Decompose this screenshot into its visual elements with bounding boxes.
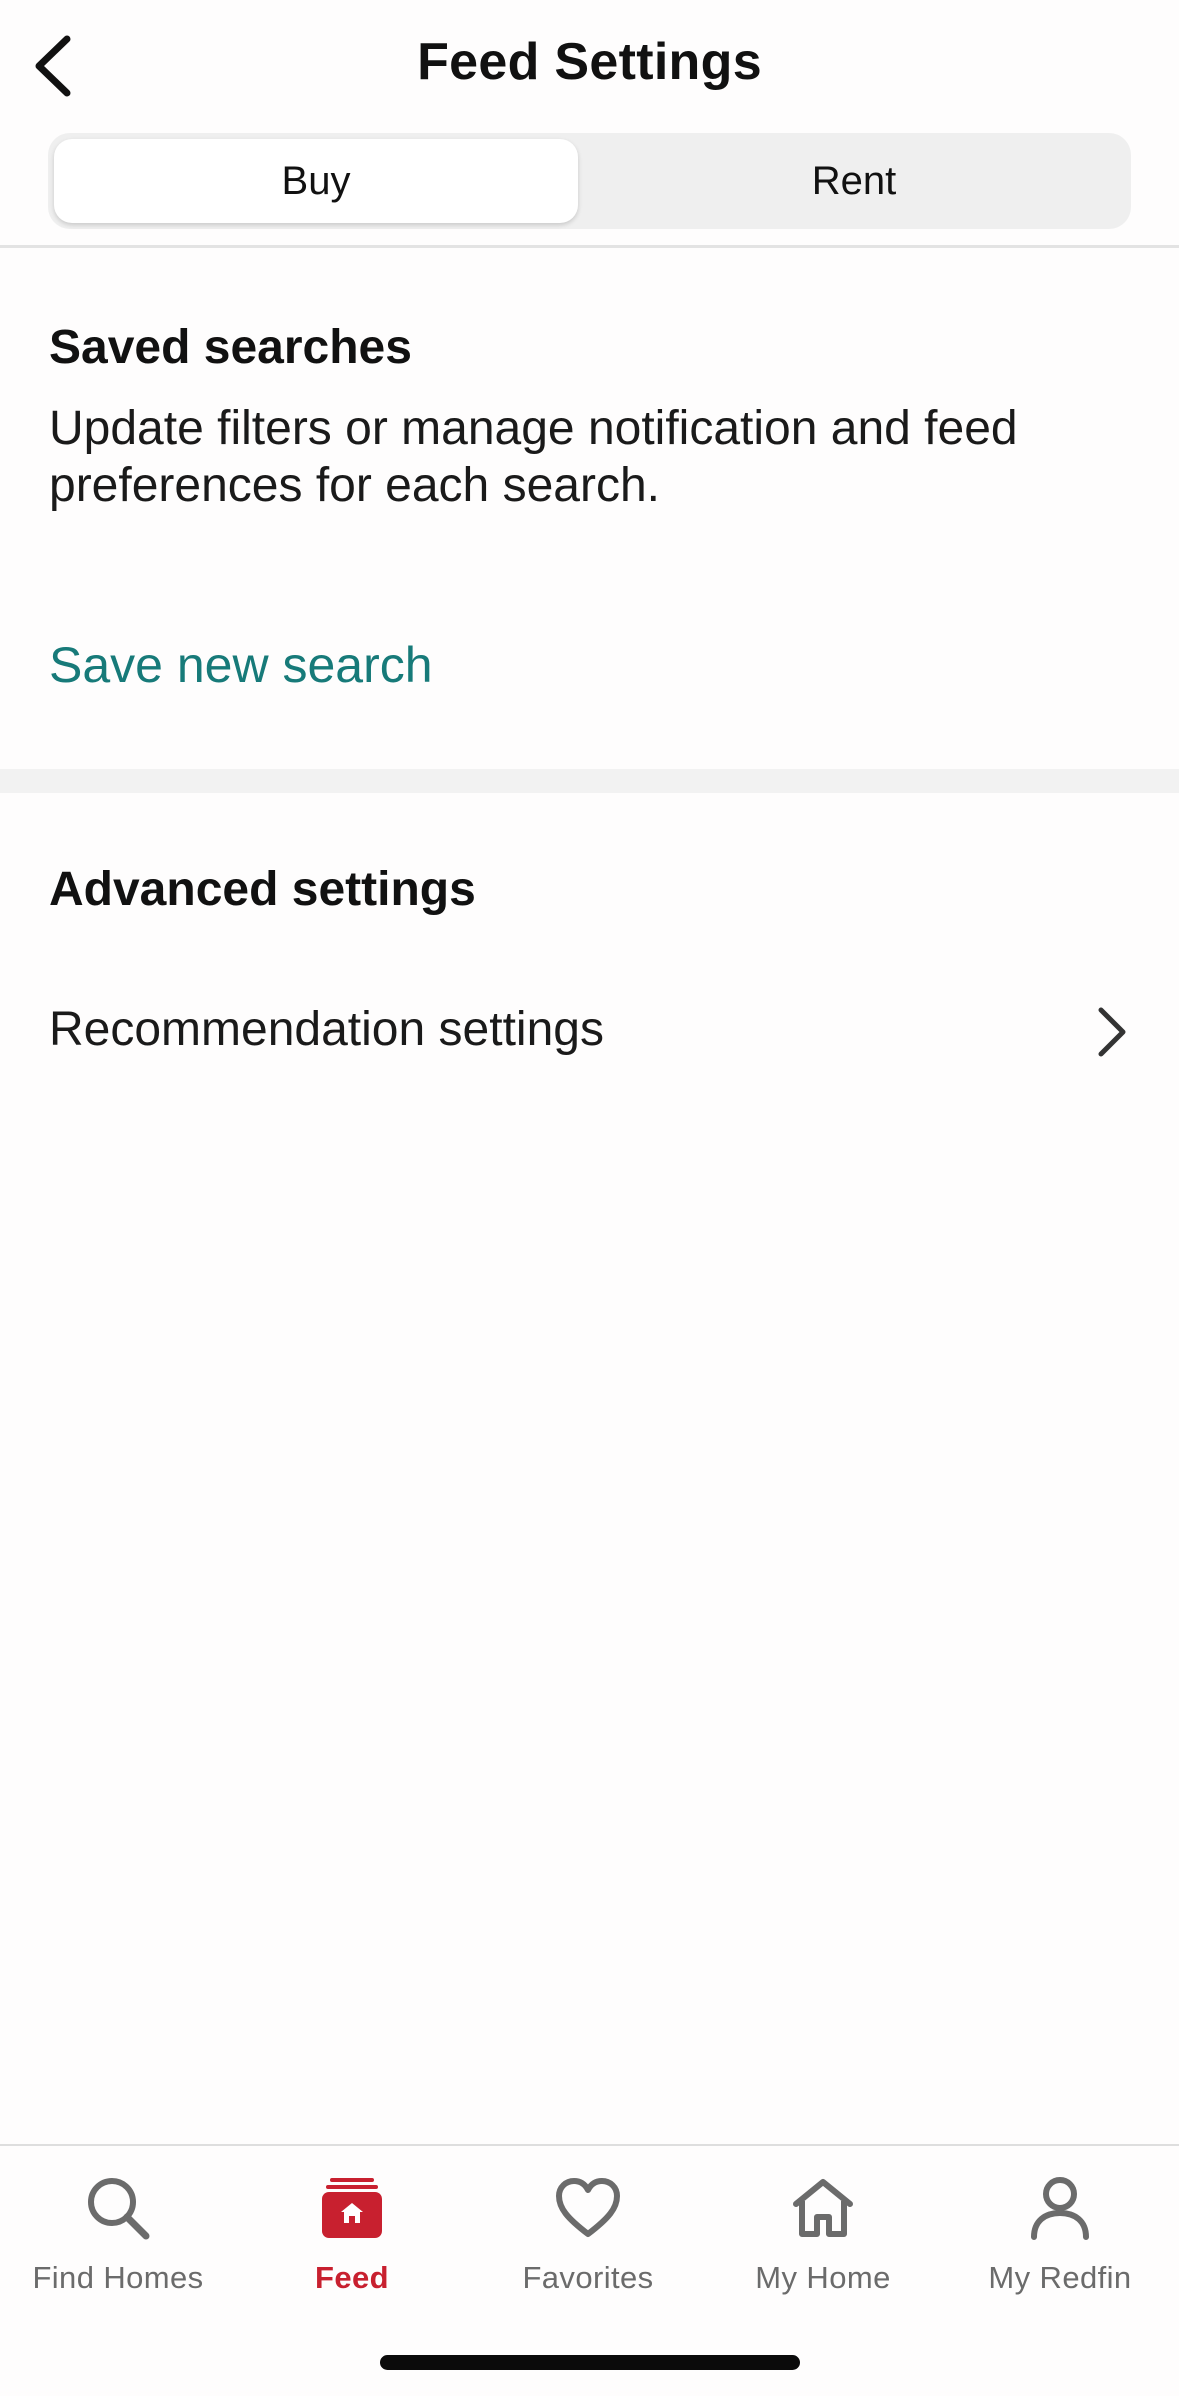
person-icon bbox=[1031, 2177, 1089, 2240]
chevron-right-icon bbox=[1098, 1007, 1126, 1057]
tab-feed[interactable]: Feed bbox=[252, 2170, 452, 2310]
tab-label: Feed bbox=[315, 2260, 389, 2295]
home-indicator bbox=[380, 2355, 800, 2370]
tab-find-homes[interactable]: Find Homes bbox=[18, 2170, 218, 2310]
heart-icon bbox=[556, 2178, 620, 2237]
tab-label: Find Homes bbox=[32, 2260, 204, 2295]
feed-icon bbox=[322, 2178, 382, 2238]
saved-searches-heading: Saved searches bbox=[49, 321, 412, 374]
segment-rent[interactable]: Rent bbox=[583, 139, 1125, 223]
tab-my-redfin[interactable]: My Redfin bbox=[960, 2170, 1160, 2310]
search-icon bbox=[88, 2178, 150, 2240]
header: Feed Settings Buy Rent bbox=[0, 0, 1179, 248]
recommendation-settings-label: Recommendation settings bbox=[49, 1003, 604, 1056]
tab-my-home[interactable]: My Home bbox=[723, 2170, 923, 2310]
buy-rent-segmented-control: Buy Rent bbox=[48, 133, 1131, 229]
save-new-search-link[interactable]: Save new search bbox=[49, 636, 433, 694]
saved-searches-description: Update filters or manage notification an… bbox=[49, 402, 1018, 512]
section-divider bbox=[0, 769, 1179, 793]
page-title: Feed Settings bbox=[417, 33, 762, 91]
feed-settings-screen: Feed Settings Buy Rent Saved searches Up… bbox=[0, 0, 1179, 2396]
tab-favorites[interactable]: Favorites bbox=[488, 2170, 688, 2310]
tab-label: My Home bbox=[755, 2260, 891, 2295]
house-icon bbox=[793, 2179, 853, 2237]
segment-buy[interactable]: Buy bbox=[54, 139, 578, 223]
tab-label: My Redfin bbox=[988, 2260, 1132, 2295]
tab-label: Favorites bbox=[522, 2260, 654, 2295]
recommendation-settings-row[interactable]: Recommendation settings bbox=[0, 980, 1179, 1090]
advanced-settings-heading: Advanced settings bbox=[49, 863, 476, 916]
